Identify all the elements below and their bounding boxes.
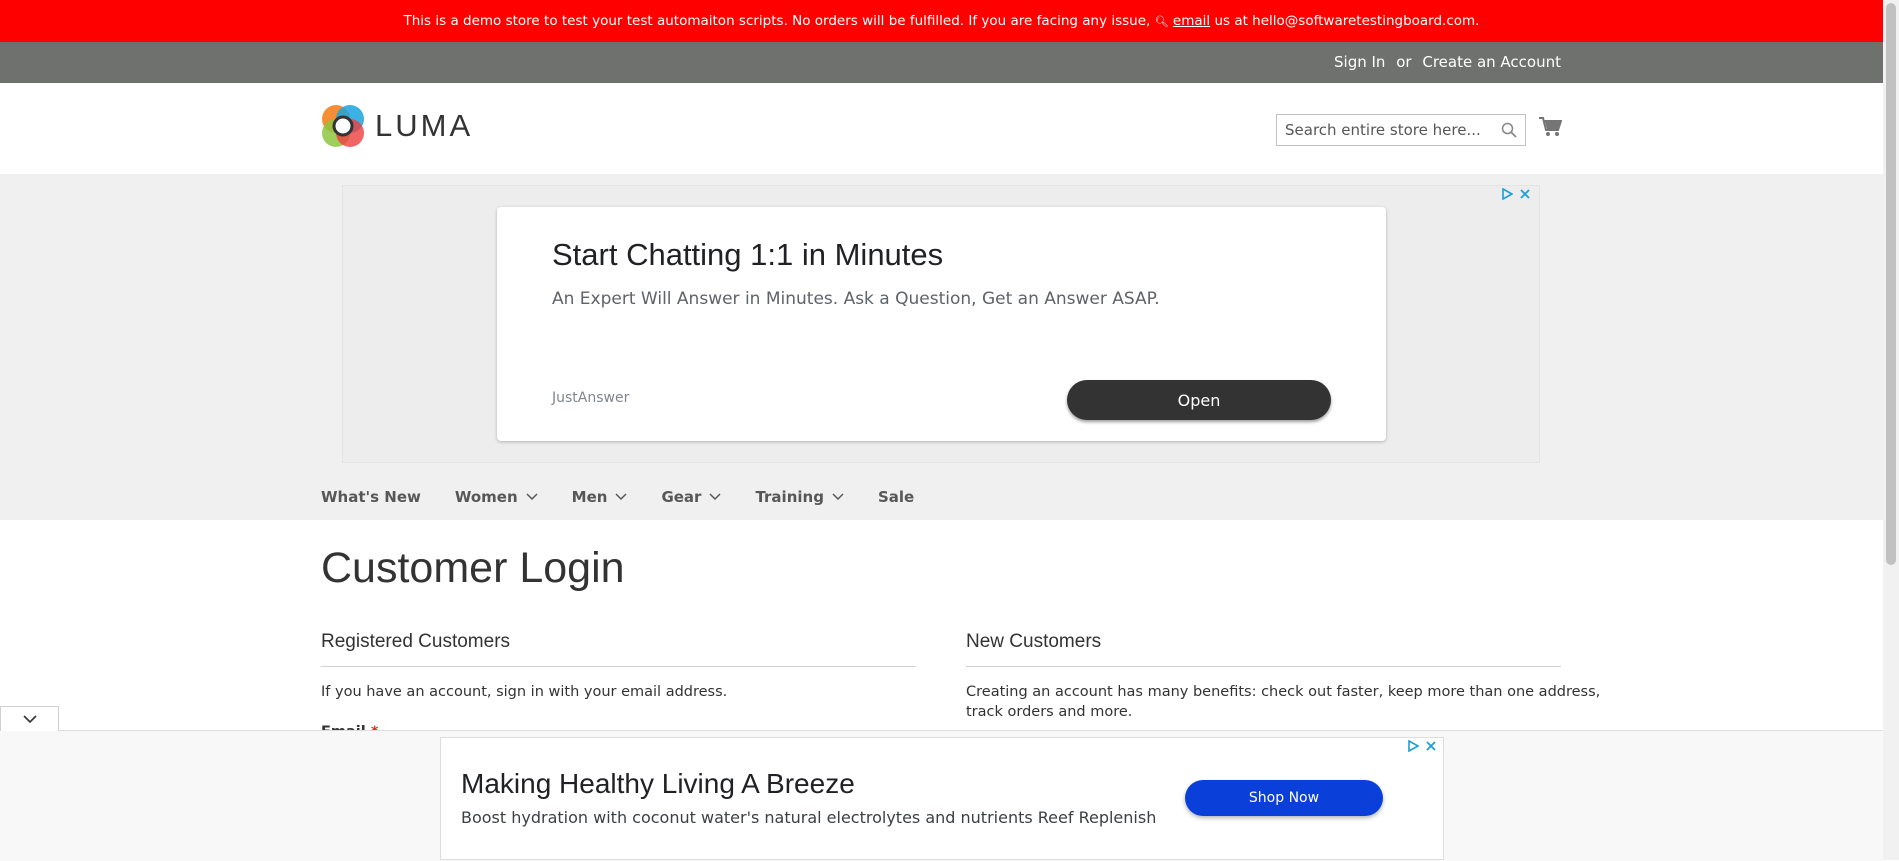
new-customers-title: New Customers: [966, 631, 1102, 652]
nav-label: What's New: [321, 488, 421, 506]
ad-bottom-shop-now-button[interactable]: Shop Now: [1185, 780, 1383, 816]
search-icon[interactable]: [1501, 122, 1517, 142]
ad-top-title: Start Chatting 1:1 in Minutes: [552, 237, 944, 272]
nav-item-women[interactable]: Women: [455, 488, 538, 506]
ad-close-icon[interactable]: [1425, 740, 1437, 752]
sign-in-link[interactable]: Sign In: [1334, 53, 1385, 71]
chevron-down-icon: [22, 714, 37, 723]
ad-close-icon[interactable]: [1519, 188, 1531, 200]
registered-divider: [321, 666, 916, 667]
or-separator: or: [1396, 53, 1412, 71]
nav-label: Women: [454, 488, 518, 506]
page-title: Customer Login: [321, 544, 625, 592]
nav-item-training[interactable]: Training: [755, 488, 844, 506]
nav-label: Gear: [661, 488, 702, 506]
new-customers-text: Creating an account has many benefits: c…: [966, 682, 1600, 722]
magnifier-icon: 🔍︎: [1154, 15, 1169, 28]
ad-bottom-subtitle: Boost hydration with coconut water's nat…: [461, 808, 1157, 827]
nav-label: Sale: [877, 488, 915, 506]
page-scrollbar[interactable]: [1883, 0, 1899, 860]
nav-item-whats-new[interactable]: What's New: [321, 488, 421, 506]
cart-icon[interactable]: [1538, 116, 1563, 142]
ad-bottom-card[interactable]: Making Healthy Living A Breeze Boost hyd…: [440, 737, 1444, 860]
new-customers-divider: [966, 666, 1561, 667]
ad-top-subtitle: An Expert Will Answer in Minutes. Ask a …: [552, 289, 1160, 309]
nav-item-gear[interactable]: Gear: [661, 488, 721, 506]
nav-label: Men: [571, 488, 608, 506]
scrollbar-thumb[interactable]: [1886, 3, 1896, 565]
search-input[interactable]: [1277, 115, 1503, 145]
new-customers-text-line1: Creating an account has many benefits: c…: [966, 684, 1601, 700]
demo-notice-text-end: us at hello@softwaretestingboard.com.: [1214, 13, 1480, 29]
nav-label: Training: [755, 488, 824, 506]
nav-item-men[interactable]: Men: [572, 488, 628, 506]
chevron-down-icon: [615, 493, 627, 501]
collapse-ad-toggle[interactable]: [0, 706, 59, 731]
ad-choices-icon[interactable]: [1501, 188, 1513, 200]
chevron-down-icon: [526, 493, 538, 501]
chevron-down-icon: [709, 493, 721, 501]
search-box: [1276, 114, 1526, 146]
ad-bottom-title: Making Healthy Living A Breeze: [461, 768, 855, 799]
chevron-down-icon: [832, 493, 844, 501]
header-panel: Sign In or Create an Account: [0, 42, 1883, 83]
registered-intro-text: If you have an account, sign in with you…: [321, 684, 728, 700]
luma-logo-icon: [322, 105, 364, 147]
registered-customers-title: Registered Customers: [321, 631, 511, 652]
main-nav: What's New Women Men Gear Training Sale: [321, 488, 948, 506]
email-link[interactable]: email: [1173, 13, 1210, 29]
ad-top-brand: JustAnswer: [552, 390, 630, 406]
new-customers-text-line2: track orders and more.: [966, 704, 1133, 720]
logo-link[interactable]: LUMA: [321, 104, 473, 148]
ad-choices-icon[interactable]: [1407, 740, 1419, 752]
nav-item-sale[interactable]: Sale: [878, 488, 914, 506]
demo-notice-text: This is a demo store to test your test a…: [403, 13, 1151, 29]
ad-top-open-button[interactable]: Open: [1067, 380, 1331, 420]
create-account-link[interactable]: Create an Account: [1422, 53, 1561, 71]
ad-top-card[interactable]: Start Chatting 1:1 in Minutes An Expert …: [497, 207, 1386, 441]
demo-notice-bar: This is a demo store to test your test a…: [0, 0, 1883, 42]
logo-text: LUMA: [375, 108, 474, 143]
